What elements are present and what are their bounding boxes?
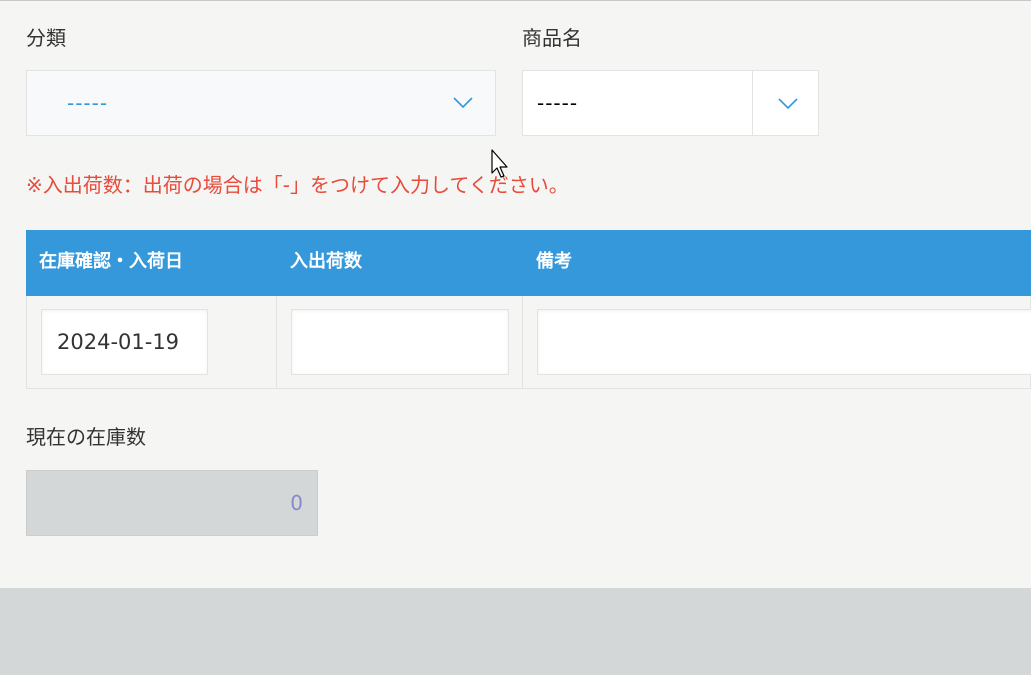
product-select-value: -----	[537, 91, 579, 115]
chevron-down-icon[interactable]	[453, 97, 473, 109]
stock-value: 0	[290, 491, 303, 515]
header-date: 在庫確認・入荷日	[39, 251, 183, 272]
remarks-input[interactable]	[537, 309, 1031, 375]
date-input[interactable]: 2024-01-19	[41, 309, 208, 375]
table-header: 在庫確認・入荷日 入出荷数 備考	[26, 230, 1031, 296]
product-select[interactable]: -----	[522, 70, 819, 136]
product-label: 商品名	[522, 26, 582, 50]
select-divider	[752, 71, 753, 135]
column-divider	[276, 296, 277, 388]
date-input-value: 2024-01-19	[57, 330, 180, 354]
column-divider	[522, 296, 523, 388]
header-quantity: 入出荷数	[290, 251, 362, 272]
category-select-value: -----	[67, 91, 109, 115]
chevron-down-icon[interactable]	[778, 98, 798, 110]
shipping-note: ※入出荷数：出荷の場合は「-」をつけて入力してください。	[26, 173, 569, 197]
table-row: 2024-01-19	[26, 296, 1031, 389]
record-form: 分類 ----- 商品名 ----- ※入出荷数：出荷の場合は「-」をつけて入力…	[0, 0, 1031, 588]
header-remarks: 備考	[536, 251, 572, 272]
quantity-input[interactable]	[291, 309, 509, 375]
stock-value-field: 0	[26, 470, 318, 536]
category-select[interactable]: -----	[26, 70, 496, 136]
category-label: 分類	[26, 26, 66, 50]
footer-area	[0, 588, 1031, 675]
stock-label: 現在の在庫数	[26, 425, 146, 449]
